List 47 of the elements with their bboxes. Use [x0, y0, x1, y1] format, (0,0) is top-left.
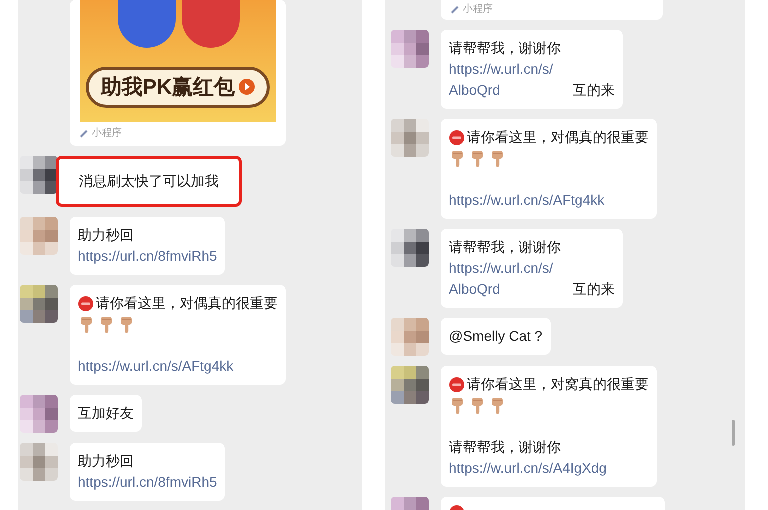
message-text: 助力秒回 [78, 452, 135, 471]
message-link[interactable]: https://w.url.cn/s/AlboQrd [449, 258, 557, 300]
avatar-placeholder [20, 395, 58, 433]
message-text: 互加好友 [78, 404, 134, 423]
message-link[interactable]: https://w.url.cn/s/AFtg4kk [449, 190, 649, 211]
message-text: 助力秒回 [78, 226, 135, 245]
avatar-placeholder [20, 217, 58, 255]
message-text: 请你看这里，对偶真的很重要 [467, 128, 649, 147]
message-text: 请帮帮我，谢谢你 [449, 39, 562, 58]
pointing-down-hand-icon [491, 396, 505, 414]
message-text: @Smelly Cat ? [449, 327, 543, 346]
mini-program-label: 小程序 [92, 128, 122, 140]
mini-program-card[interactable]: 助我PK赢红包 小程序 [70, 0, 286, 146]
message-link[interactable]: https://w.url.cn/s/A4IgXdg [449, 458, 649, 479]
message-text: 请帮帮我，谢谢你 [449, 438, 562, 457]
pointing-down-hand-icon [120, 316, 134, 334]
no-entry-icon [449, 130, 465, 146]
banner-button[interactable]: 助我PK赢红包 [86, 66, 270, 108]
no-entry-icon [78, 296, 94, 312]
scrollbar-thumb[interactable] [732, 420, 735, 446]
avatar-placeholder [391, 119, 429, 157]
pointing-down-hand-icon [451, 150, 465, 168]
avatar-placeholder [20, 285, 58, 323]
message-text: 消息刷太快了可以加我 [79, 172, 219, 191]
message-text: 请你看这里，对偶真的很重要 [96, 294, 278, 313]
avatar-placeholder [391, 229, 429, 267]
message-link[interactable]: https://url.cn/8fmviRh5 [78, 246, 218, 267]
pointing-down-hand-icon [491, 150, 505, 168]
link-icon [80, 130, 88, 138]
pointing-down-hand-icon [80, 316, 94, 334]
avatar-placeholder [391, 318, 429, 356]
mini-program-label: 小程序 [463, 4, 493, 16]
avatar-placeholder [391, 30, 429, 68]
message-text: 请你看这里，对窝真的很重要 [467, 375, 649, 394]
pointing-down-hand-icon [471, 150, 485, 168]
pointing-down-hand-icon [471, 396, 485, 414]
link-icon [451, 6, 459, 14]
pointing-down-hand-icon [451, 396, 465, 414]
avatar-placeholder [391, 366, 429, 404]
message-text: 互的来 [573, 81, 615, 100]
pointing-down-hand-icon [100, 316, 114, 334]
message-text: 互的来 [573, 280, 615, 299]
no-entry-icon [449, 376, 465, 392]
message-text: 请帮帮我，谢谢你 [449, 238, 562, 257]
message-link[interactable]: https://w.url.cn/s/AFtg4kk [78, 356, 278, 377]
message-link[interactable]: https://w.url.cn/s/AlboQrd [449, 59, 557, 101]
message-link[interactable]: https://url.cn/8fmviRh5 [78, 472, 218, 493]
